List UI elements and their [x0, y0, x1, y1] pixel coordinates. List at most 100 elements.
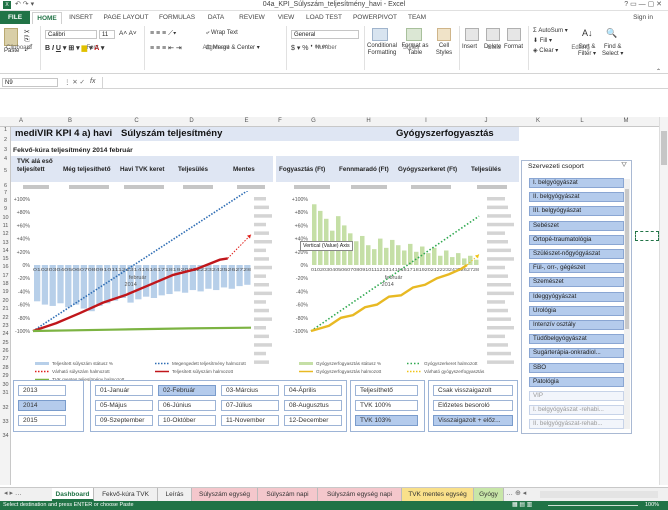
- col-c[interactable]: C: [109, 118, 164, 124]
- col-b[interactable]: B: [31, 118, 109, 124]
- month-button-3[interactable]: 03-Március: [221, 385, 279, 396]
- month-button-7[interactable]: 07-Július: [221, 400, 279, 411]
- sign-in-link[interactable]: Sign in: [628, 12, 658, 24]
- row-header-2[interactable]: 2: [0, 137, 11, 143]
- row-header-9[interactable]: 9: [0, 206, 11, 212]
- month-button-10[interactable]: 10-Október: [158, 415, 216, 426]
- slicer-item-15[interactable]: Patológia: [529, 376, 624, 387]
- tab-load-test[interactable]: LOAD TEST: [304, 12, 344, 24]
- row-header-12[interactable]: 12: [0, 231, 11, 237]
- row-header-18[interactable]: 18: [0, 281, 11, 287]
- sheet-tab-tvk-mentes[interactable]: TVK mentes egység: [402, 488, 474, 501]
- tvk-button-2[interactable]: TVK 100%: [355, 400, 418, 411]
- row-header-28[interactable]: 28: [0, 365, 11, 371]
- slicer-item-4[interactable]: Sebészet: [529, 220, 624, 231]
- row-header-24[interactable]: 24: [0, 331, 11, 337]
- col-a[interactable]: A: [11, 118, 31, 124]
- row-header-15[interactable]: 15: [0, 256, 11, 262]
- row-header-33[interactable]: 33: [0, 419, 11, 425]
- tab-team[interactable]: TEAM: [405, 12, 429, 24]
- zoom-slider[interactable]: [548, 505, 638, 506]
- month-button-1[interactable]: 01-Január: [95, 385, 153, 396]
- row-header-17[interactable]: 17: [0, 273, 11, 279]
- slicer-item-13[interactable]: Sugárterápia-onkradiol...: [529, 348, 624, 359]
- row-header-3[interactable]: 3: [0, 147, 11, 153]
- row-header-26[interactable]: 26: [0, 348, 11, 354]
- delete-cells-icon[interactable]: [486, 28, 500, 41]
- sheet-tab-fekvo-kura[interactable]: Fekvő-kúra TVK: [94, 488, 158, 501]
- formula-input[interactable]: [102, 77, 662, 88]
- visit-button-2[interactable]: Előzetes besoroló: [433, 400, 513, 411]
- slicer-item-8[interactable]: Szemészet: [529, 277, 624, 288]
- slicer-item-5[interactable]: Ortopé-traumatológia: [529, 234, 624, 245]
- slicer-item-10[interactable]: Urológia: [529, 305, 624, 316]
- tvk-button-3[interactable]: TVK 103%: [355, 415, 418, 426]
- row-header-27[interactable]: 27: [0, 356, 11, 362]
- tab-powerpivot[interactable]: POWERPIVOT: [351, 12, 399, 24]
- zoom-level[interactable]: 100%: [645, 501, 659, 510]
- format-cells-icon[interactable]: [507, 28, 521, 41]
- slicer-item-14[interactable]: SBO: [529, 362, 624, 373]
- month-button-4[interactable]: 04-Április: [284, 385, 342, 396]
- row-header-10[interactable]: 10: [0, 215, 11, 221]
- year-button-1[interactable]: 2013: [18, 385, 66, 396]
- col-i[interactable]: I: [396, 118, 456, 124]
- row-header-11[interactable]: 11: [0, 223, 11, 229]
- sheet-nav-arrows[interactable]: ◂ ▸ …: [4, 489, 22, 497]
- row-header-23[interactable]: 23: [0, 323, 11, 329]
- tab-file[interactable]: FILE: [0, 11, 30, 24]
- col-e[interactable]: E: [219, 118, 274, 124]
- format-as-table-icon[interactable]: [406, 28, 422, 41]
- font-name-select[interactable]: Calibri: [45, 30, 97, 39]
- slicer-item-16[interactable]: VIP: [529, 391, 624, 401]
- year-button-2[interactable]: 2014: [18, 400, 66, 411]
- tab-formulas[interactable]: FORMULAS: [157, 12, 197, 24]
- slicer-item-17[interactable]: I. belgyógyászat -rehabi...: [529, 405, 624, 416]
- find-select-icon[interactable]: 🔍: [606, 28, 617, 39]
- month-button-6[interactable]: 06-Június: [158, 400, 216, 411]
- col-l[interactable]: L: [560, 118, 604, 124]
- slicer-item-12[interactable]: Tüdőbelgyógyászat: [529, 334, 624, 345]
- weight-chart[interactable]: +100% +80% +60% +40% +20% 0% -20% -40% -60% -80% -…: [11, 191, 275, 381]
- tvk-button-1[interactable]: Teljesíthető: [355, 385, 418, 396]
- row-header-20[interactable]: 20: [0, 298, 11, 304]
- vertical-scrollbar[interactable]: [659, 117, 668, 485]
- tab-view[interactable]: VIEW: [274, 12, 298, 24]
- drug-chart[interactable]: 0102030405060708091011121314151617181920…: [275, 191, 521, 381]
- insert-function-icon[interactable]: fx: [90, 78, 95, 85]
- col-j[interactable]: J: [456, 118, 516, 124]
- horizontal-scrollbar[interactable]: [540, 491, 658, 498]
- slicer-item-11[interactable]: Intenzív osztály: [529, 320, 624, 330]
- month-button-11[interactable]: 11-November: [221, 415, 279, 426]
- col-f[interactable]: F: [274, 118, 286, 124]
- month-button-5[interactable]: 05-Május: [95, 400, 153, 411]
- sheet-tab-sulyszam-napi[interactable]: Súlyszám napi: [258, 488, 318, 501]
- more-sheets-icon[interactable]: … ⊕ ◂: [506, 489, 526, 497]
- window-controls[interactable]: ? ▭ — ▢ ✕: [624, 0, 662, 8]
- tab-review[interactable]: REVIEW: [236, 12, 268, 24]
- slicer-item-9[interactable]: Ideggyógyászat: [529, 291, 624, 302]
- slicer-item-1[interactable]: I. belgyógyászat: [529, 178, 624, 188]
- col-k[interactable]: K: [516, 118, 560, 124]
- sheet-tab-sulyszam-egyseg[interactable]: Súlyszám egység: [192, 488, 258, 501]
- insert-cells-icon[interactable]: [465, 28, 479, 41]
- paste-icon[interactable]: [4, 28, 18, 46]
- row-header-6[interactable]: 6: [0, 183, 11, 189]
- sheet-tab-leiras[interactable]: Leírás: [158, 488, 192, 501]
- row-header-22[interactable]: 22: [0, 315, 11, 321]
- row-header-19[interactable]: 19: [0, 289, 11, 295]
- col-d[interactable]: D: [164, 118, 219, 124]
- autosum-button[interactable]: Σ AutoSum ▾: [533, 27, 568, 34]
- align-top-icons[interactable]: ≡ ≡ ≡ ⟋▾: [150, 30, 176, 38]
- number-format-select[interactable]: General: [291, 30, 359, 39]
- formula-cancel-enter-icons[interactable]: ⋮ ✕ ✓: [64, 78, 85, 86]
- month-button-12[interactable]: 12-December: [284, 415, 342, 426]
- slicer-item-2[interactable]: II. belgyógyászat: [529, 192, 624, 203]
- row-header-1[interactable]: 1: [0, 127, 11, 133]
- clear-filter-icon[interactable]: ⛛: [621, 162, 627, 170]
- sort-filter-icon[interactable]: A↓: [582, 28, 593, 38]
- slicer-item-3[interactable]: III. belgyógyászat: [529, 206, 624, 217]
- view-buttons[interactable]: ▦ ▤ ▥: [512, 501, 532, 510]
- font-size-select[interactable]: 11: [99, 30, 115, 39]
- row-header-4[interactable]: 4: [0, 156, 11, 162]
